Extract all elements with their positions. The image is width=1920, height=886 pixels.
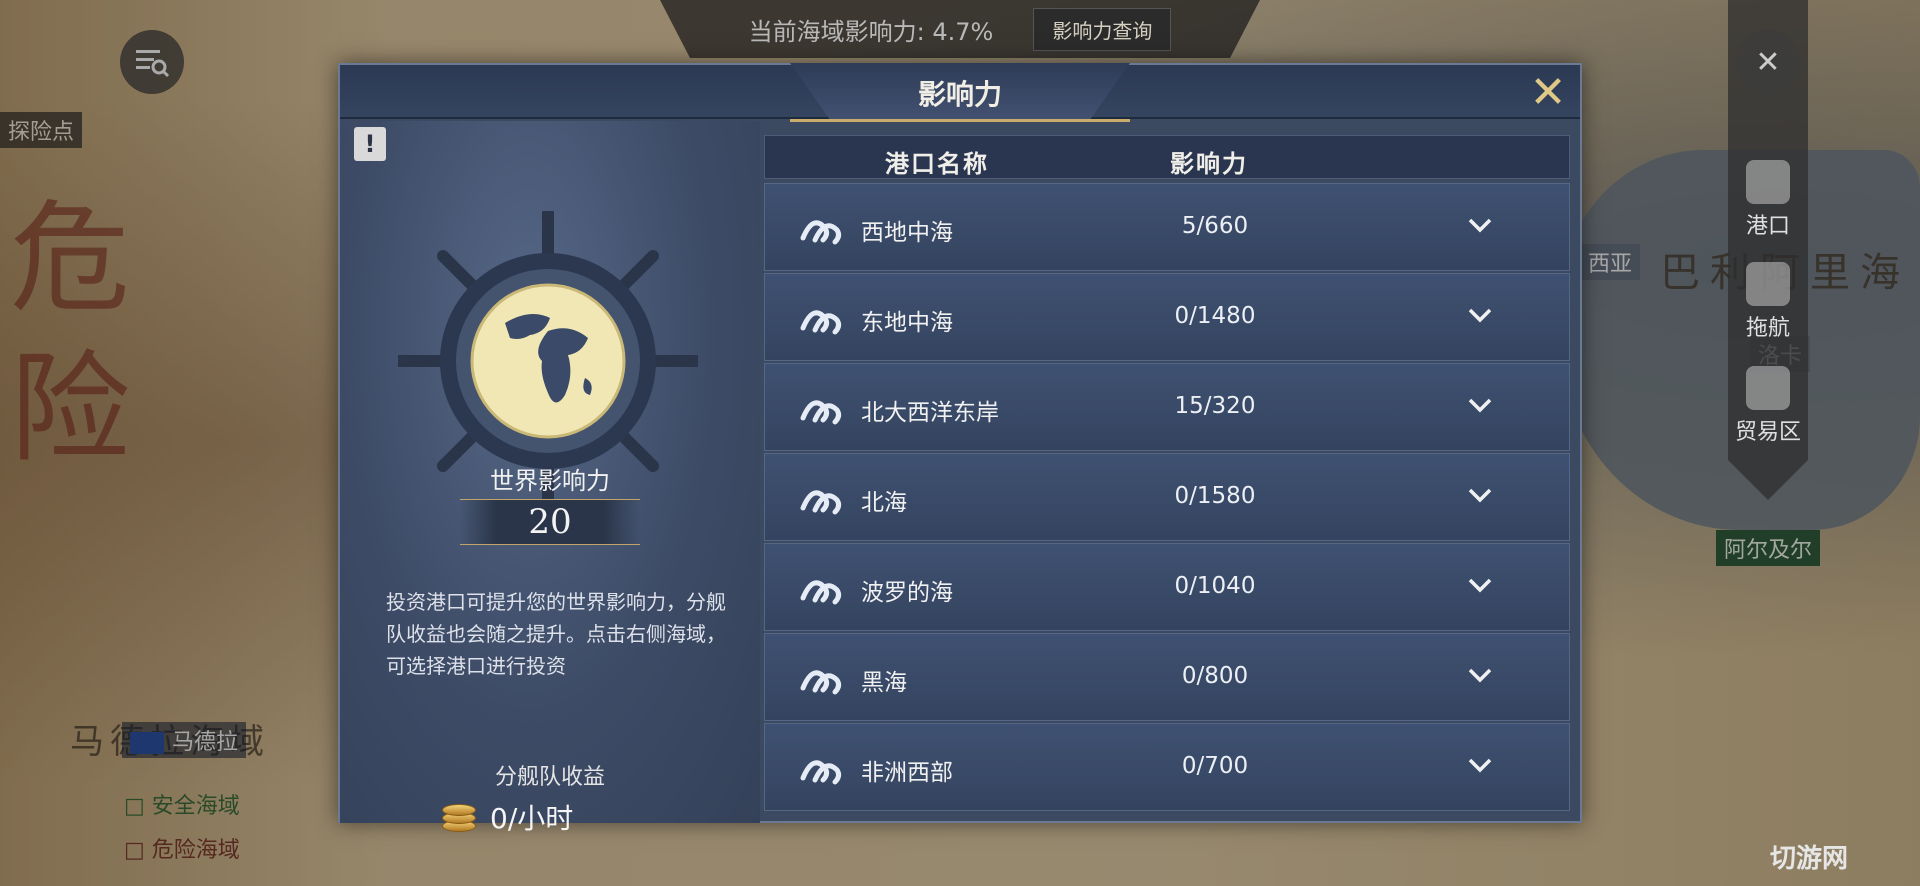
sea-influence-value: 5/660 [1181, 213, 1249, 239]
sidebar-item-port[interactable]: 港口 [1730, 160, 1806, 240]
wave-icon [800, 310, 842, 335]
influence-description: 投资港口可提升您的世界影响力，分舰队收益也会随之提升。点击右侧海域，可选择港口进… [386, 590, 726, 678]
wave-icon [800, 670, 842, 695]
title-underline [790, 119, 1130, 122]
influence-dialog: 影响力 ✕ 世界影响力 20 投资港口可提升您的世界影响力，分舰队收益也会随之提… [338, 63, 1582, 835]
sea-row-black-sea[interactable]: 黑海 0/800 [764, 633, 1570, 721]
influence-query-button[interactable]: 影响力查询 [1033, 7, 1172, 51]
map-close-button[interactable]: ✕ [1736, 30, 1800, 94]
wave-icon [800, 400, 842, 425]
chevron-down-icon[interactable] [1465, 660, 1495, 690]
sea-row-west-mediterranean[interactable]: 西地中海 5/660 [764, 183, 1570, 271]
header-influence: 影响力 [1170, 150, 1248, 178]
chevron-down-icon[interactable] [1465, 300, 1495, 330]
watermark: 切游网 [1770, 844, 1849, 874]
sea-influence-value: 0/1580 [1174, 483, 1256, 509]
coin-icon [440, 800, 478, 834]
sea-name: 东地中海 [861, 310, 953, 336]
sidebar-item-trade[interactable]: 贸易区 [1730, 366, 1806, 446]
world-influence-value: 20 [528, 502, 572, 542]
world-influence-panel: 世界影响力 20 投资港口可提升您的世界影响力，分舰队收益也会随之提升。点击右侧… [340, 121, 760, 835]
fleet-income-row: 0/小时 [440, 797, 573, 837]
sea-name: 西地中海 [861, 220, 953, 246]
sidebar-item-label: 港口 [1745, 214, 1790, 239]
port-influence-table: 港口名称 影响力 西地中海 5/660 东地中海 0/1480 北大西洋东岸 1… [764, 135, 1570, 815]
close-icon: ✕ [1755, 44, 1781, 80]
sea-influence-value: 0/1480 [1174, 303, 1256, 329]
sea-row-north-atlantic-east[interactable]: 北大西洋东岸 15/320 [764, 363, 1570, 451]
sea-influence-value: 0/1040 [1174, 573, 1256, 599]
sea-influence-value: 0/800 [1181, 663, 1249, 689]
dialog-close-button[interactable]: ✕ [1526, 71, 1570, 115]
table-header: 港口名称 影响力 [764, 135, 1570, 179]
sidebar-item-label: 贸易区 [1734, 420, 1801, 445]
world-influence-label: 世界影响力 [490, 467, 610, 495]
sea-name: 北海 [861, 490, 907, 516]
header-port-name: 港口名称 [885, 150, 989, 178]
globe-icon [470, 283, 626, 439]
sea-row-baltic[interactable]: 波罗的海 0/1040 [764, 543, 1570, 631]
wave-icon [800, 580, 842, 605]
current-influence-text: 当前海域影响力: 4.7% [748, 17, 994, 46]
chevron-down-icon[interactable] [1465, 750, 1495, 780]
fleet-income-value: 0/小时 [490, 802, 574, 835]
port-icon [1746, 160, 1790, 204]
close-icon: ✕ [1529, 67, 1567, 118]
world-influence-box: 20 [460, 499, 640, 545]
sea-name: 黑海 [861, 670, 907, 696]
chevron-down-icon[interactable] [1465, 210, 1495, 240]
sea-name: 波罗的海 [861, 580, 953, 606]
helm-icon [1746, 262, 1790, 306]
sea-name: 北大西洋东岸 [861, 400, 999, 426]
fleet-income-label: 分舰队收益 [494, 765, 605, 790]
sea-influence-value: 15/320 [1174, 393, 1256, 419]
sea-row-east-mediterranean[interactable]: 东地中海 0/1480 [764, 273, 1570, 361]
sea-name: 非洲西部 [861, 760, 953, 786]
info-button[interactable]: ! [354, 127, 386, 161]
money-bag-icon [1746, 366, 1790, 410]
sea-influence-bar: 当前海域影响力: 4.7% 影响力查询 [660, 0, 1260, 58]
sidebar-item-tow[interactable]: 拖航 [1730, 262, 1806, 342]
sea-influence-value: 0/700 [1181, 753, 1249, 779]
sea-row-west-africa[interactable]: 非洲西部 0/700 [764, 723, 1570, 811]
sea-row-north-sea[interactable]: 北海 0/1580 [764, 453, 1570, 541]
chevron-down-icon[interactable] [1465, 480, 1495, 510]
menu-search-icon [136, 50, 170, 78]
chevron-down-icon[interactable] [1465, 390, 1495, 420]
chevron-down-icon[interactable] [1465, 570, 1495, 600]
wave-icon [800, 490, 842, 515]
dialog-title: 影响力 [917, 78, 1002, 111]
wave-icon [800, 760, 842, 785]
wave-icon [800, 220, 842, 245]
sidebar-item-label: 拖航 [1745, 316, 1790, 341]
menu-search-button[interactable] [120, 30, 184, 94]
